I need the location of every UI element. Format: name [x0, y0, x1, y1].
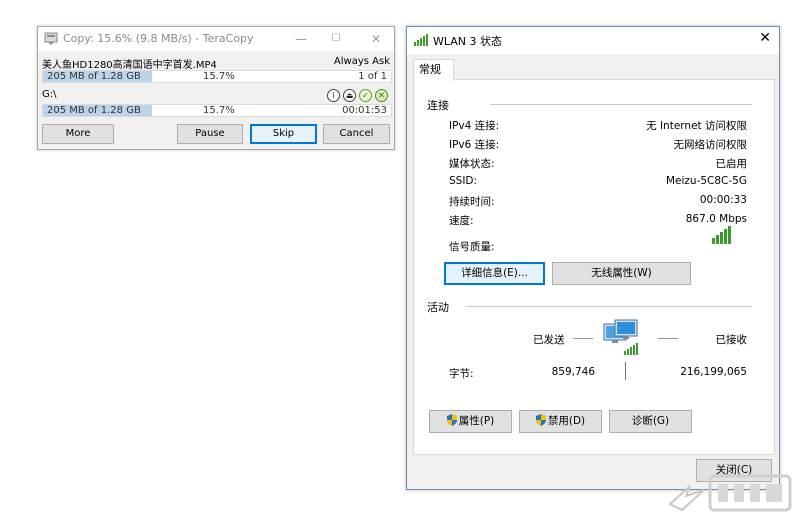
bytes-label: 字节: [449, 368, 474, 380]
total-progress-bar: 205 MB of 1.28 GB 15.7% 00:01:53 [42, 104, 392, 117]
ipv6-label: IPv6 连接: [449, 139, 500, 151]
ipv4-value: 无 Internet 访问权限 [646, 120, 747, 132]
received-line [658, 338, 678, 339]
signal-bar [716, 235, 719, 244]
tab-general[interactable]: 常规 [413, 59, 454, 81]
signal-quality-icon [712, 226, 731, 244]
media-state-label: 媒体状态: [449, 158, 495, 170]
wlan-titlebar[interactable]: WLAN 3 状态 ✕ [407, 27, 779, 54]
close-icon[interactable]: ✕ [363, 29, 389, 49]
ipv6-value: 无网络访问权限 [673, 139, 748, 151]
cancel-button[interactable]: Cancel [323, 124, 390, 144]
ipv4-label: IPv4 连接: [449, 120, 500, 132]
bytes-sent-value: 859,746 [551, 366, 595, 378]
signal-bar [724, 229, 727, 244]
ssid-label: SSID: [449, 175, 478, 187]
disable-button[interactable]: 禁用(D) [519, 410, 602, 433]
wlan-status-window: WLAN 3 状态 ✕ 常规 连接 IPv4 连接: 无 Internet 访问… [406, 26, 780, 490]
uac-shield-icon [446, 414, 457, 426]
action-icons: i ⏏ ✓ ✕ [327, 89, 388, 102]
network-computers-icon [603, 319, 638, 355]
signal-bar [712, 238, 715, 244]
skip-button[interactable]: Skip [250, 124, 317, 144]
close-when-done-icon[interactable]: ✕ [375, 89, 388, 102]
verify-icon[interactable]: ✓ [359, 89, 372, 102]
window-title: Copy: 15.6% (9.8 MB/s) - TeraCopy [63, 32, 254, 45]
file-copied: 205 MB of 1.28 GB [47, 71, 141, 82]
disable-button-label: 禁用(D) [547, 415, 586, 427]
watermark-logo [668, 474, 792, 512]
more-button[interactable]: More [42, 124, 114, 144]
wlan-body: 常规 连接 IPv4 连接: 无 Internet 访问权限 IPv6 连接: … [407, 54, 779, 489]
properties-button-label: 属性(P) [458, 415, 495, 427]
file-count: 1 of 1 [358, 71, 387, 82]
speed-value: 867.0 Mbps [685, 213, 747, 225]
conflict-mode-link[interactable]: Always Ask [334, 56, 390, 67]
signal-bar [728, 226, 731, 244]
media-state-value: 已启用 [715, 158, 748, 170]
duration-label: 持续时间: [449, 196, 495, 208]
maximize-icon[interactable]: ☐ [323, 29, 349, 49]
general-panel: 连接 IPv4 连接: 无 Internet 访问权限 IPv6 连接: 无网络… [413, 79, 775, 455]
info-icon[interactable]: i [327, 89, 340, 102]
file-name: 美人鱼HD1280高清国语中字首发.MP4 [42, 60, 217, 71]
received-label: 已接收 [715, 334, 748, 346]
teracopy-titlebar[interactable]: Copy: 15.6% (9.8 MB/s) - TeraCopy — ☐ ✕ [38, 27, 394, 51]
minimize-icon[interactable]: — [288, 29, 314, 49]
sent-label: 已发送 [533, 334, 565, 346]
duration-value: 00:00:33 [699, 194, 747, 206]
sent-line [573, 338, 593, 339]
total-percent: 15.7% [203, 105, 235, 116]
wifi-signal-icon [414, 34, 428, 46]
wireless-properties-button[interactable]: 无线属性(W) [552, 262, 691, 285]
connection-section-title: 连接 [427, 99, 449, 112]
total-time: 00:01:53 [342, 105, 387, 116]
total-copied: 205 MB of 1.28 GB [47, 105, 141, 116]
ssid-value: Meizu-5C8C-5G [665, 175, 747, 187]
signal-bar [720, 232, 723, 244]
bytes-divider [625, 362, 626, 380]
speed-label: 速度: [449, 215, 474, 227]
close-icon[interactable]: ✕ [759, 30, 771, 46]
signal-quality-label: 信号质量: [449, 241, 495, 253]
wlan-window-title: WLAN 3 状态 [433, 35, 503, 48]
file-progress-bar: 205 MB of 1.28 GB 15.7% 1 of 1 [42, 70, 392, 83]
teracopy-app-icon [44, 32, 58, 45]
teracopy-window: Copy: 15.6% (9.8 MB/s) - TeraCopy — ☐ ✕ … [37, 26, 395, 150]
details-button[interactable]: 详细信息(E)... [444, 262, 545, 285]
target-path: G:\ [42, 89, 57, 100]
target-row: G:\ i ⏏ ✓ ✕ [42, 89, 392, 102]
connection-divider [490, 104, 752, 105]
uac-shield-icon [535, 414, 546, 426]
diagnose-button[interactable]: 诊断(G) [609, 410, 692, 433]
pause-button[interactable]: Pause [177, 124, 243, 144]
file-percent: 15.7% [203, 71, 235, 82]
activity-divider [466, 306, 752, 307]
bytes-received-value: 216,199,065 [680, 366, 747, 378]
file-row: 美人鱼HD1280高清国语中字首发.MP4 Always Ask [42, 56, 392, 71]
properties-button[interactable]: 属性(P) [429, 410, 512, 433]
activity-section-title: 活动 [427, 301, 449, 314]
eject-icon[interactable]: ⏏ [343, 89, 356, 102]
